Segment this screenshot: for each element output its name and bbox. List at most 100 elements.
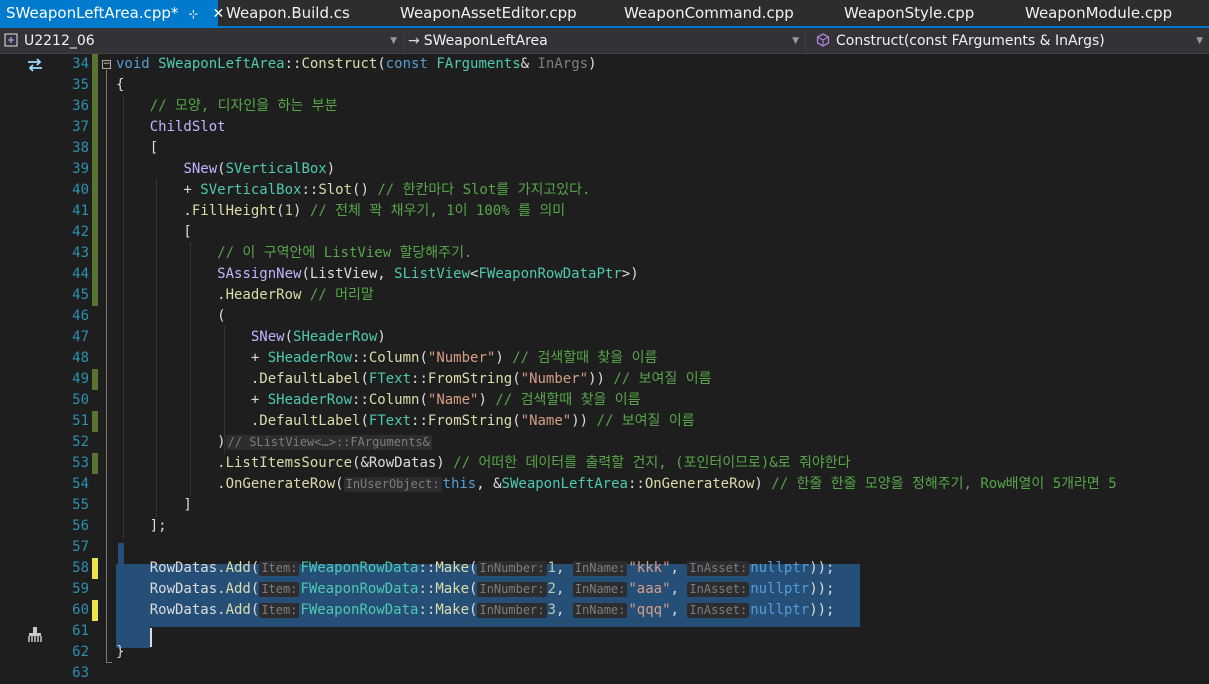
code-line: 57 — [0, 537, 1209, 558]
tab-weaponstyle-cpp[interactable]: WeaponStyle.cpp — [844, 0, 974, 26]
inlay-hint: InAsset: — [687, 582, 750, 597]
code-text: .FillHeight(1) // 전체 꽉 채우기, 1이 100% 를 의미 — [116, 203, 566, 219]
change-marker — [92, 453, 98, 474]
change-marker — [92, 201, 98, 222]
code-text: // 이 구역안에 ListView 할당해주기. — [116, 245, 473, 261]
chevron-down-icon: ▼ — [1196, 36, 1203, 46]
project-icon — [4, 32, 18, 47]
code-line: 45 .HeaderRow // 머리말 — [0, 285, 1209, 306]
inlay-hint: InNumber: — [477, 561, 547, 576]
code-line: 55 ] — [0, 495, 1209, 516]
inlay-hint: InNumber: — [477, 603, 547, 618]
code-text: RowDatas.Add(Item: FWeaponRowData::Make(I… — [116, 581, 835, 597]
code-text: + SHeaderRow::Column("Name") // 검색할때 찾을 … — [116, 392, 641, 408]
line-number: 54 — [72, 476, 89, 492]
code-text: void SWeaponLeftArea::Construct(const FA… — [116, 56, 597, 72]
code-text: // 모양, 디자인을 하는 부분 — [116, 98, 338, 114]
tab-label: Weapon.Build.cs — [226, 4, 350, 22]
tab-sweaponleftarea-cpp[interactable]: SWeaponLeftArea.cpp* ⊹ ✕ — [0, 0, 224, 27]
code-line: 50 + SHeaderRow::Column("Name") // 검색할때 … — [0, 390, 1209, 411]
navigation-bar: U2212_06 ▼ → SWeaponLeftArea ▼ Construct(… — [0, 28, 1209, 54]
line-number: 40 — [72, 182, 89, 198]
line-number: 46 — [72, 308, 89, 324]
code-line: 41 .FillHeight(1) // 전체 꽉 채우기, 1이 100% 를… — [0, 201, 1209, 222]
pin-icon[interactable]: ⊹ — [188, 1, 198, 27]
change-marker — [92, 138, 98, 159]
inlay-hint: // SListView<…>::FArguments& — [225, 435, 432, 450]
line-number: 47 — [72, 329, 89, 345]
inlay-hint: InName: — [572, 582, 628, 597]
close-icon[interactable]: ✕ — [212, 1, 224, 27]
code-text: .DefaultLabel(FText::FromString("Name"))… — [116, 413, 695, 429]
code-editor[interactable]: − 34 void SWeaponLeftArea::Construct(con… — [0, 54, 1209, 681]
change-marker — [92, 285, 98, 306]
code-line: 62 } — [0, 642, 1209, 663]
code-text: RowDatas.Add(Item: FWeaponRowData::Make(I… — [116, 602, 835, 618]
code-line: 51 .DefaultLabel(FText::FromString("Name… — [0, 411, 1209, 432]
line-number: 51 — [72, 413, 89, 429]
code-text: { — [116, 77, 125, 93]
line-number: 35 — [72, 77, 89, 93]
line-number: 39 — [72, 161, 89, 177]
code-line: 38 [ — [0, 138, 1209, 159]
change-marker — [92, 96, 98, 117]
code-line: 44 SAssignNew(ListView, SListView<FWeapo… — [0, 264, 1209, 285]
line-number: 58 — [72, 560, 89, 576]
change-marker — [92, 180, 98, 201]
line-number: 53 — [72, 455, 89, 471]
code-line: 35 { — [0, 75, 1209, 96]
tab-label: WeaponAssetEditor.cpp — [400, 4, 577, 22]
code-text: ( — [116, 308, 226, 324]
tab-weaponmodule-cpp[interactable]: WeaponModule.cpp — [1025, 0, 1172, 26]
code-line: 59 RowDatas.Add(Item: FWeaponRowData::Mak… — [0, 579, 1209, 600]
arrow-right-icon: → — [408, 33, 420, 49]
change-marker — [92, 411, 98, 432]
change-marker — [92, 159, 98, 180]
scope-name: SWeaponLeftArea — [423, 33, 548, 49]
tab-weaponcommand-cpp[interactable]: WeaponCommand.cpp — [624, 0, 794, 26]
line-number: 57 — [72, 539, 89, 555]
code-text: SAssignNew(ListView, SListView<FWeaponRo… — [217, 266, 639, 282]
code-line: 60 RowDatas.Add(Item: FWeaponRowData::Mak… — [0, 600, 1209, 621]
inlay-hint: Item: — [259, 582, 300, 597]
code-text: [ — [116, 224, 192, 240]
chevron-down-icon: ▼ — [390, 36, 397, 46]
code-line: 53 .ListItemsSource(&RowDatas) // 어떠한 데이… — [0, 453, 1209, 474]
line-number: 34 — [72, 56, 89, 72]
tab-weaponasseteditor-cpp[interactable]: WeaponAssetEditor.cpp — [400, 0, 577, 26]
line-number: 45 — [72, 287, 89, 303]
code-line: 58 RowDatas.Add(Item: FWeaponRowData::Mak… — [0, 558, 1209, 579]
code-line: 61 — [0, 621, 1209, 642]
code-line: 37 ChildSlot — [0, 117, 1209, 138]
code-line: 34 void SWeaponLeftArea::Construct(const… — [0, 54, 1209, 75]
tab-label: WeaponCommand.cpp — [624, 4, 794, 22]
inlay-hint: Item: — [259, 603, 300, 618]
line-number: 36 — [72, 98, 89, 114]
change-marker — [92, 369, 98, 390]
code-line: 54 .OnGenerateRow(InUserObject: this, &SW… — [0, 474, 1209, 495]
chevron-down-icon: ▼ — [792, 36, 799, 46]
inlay-hint: InNumber: — [477, 582, 547, 597]
code-line: 42 [ — [0, 222, 1209, 243]
member-dropdown[interactable]: Construct(const FArguments & InArgs) ▼ — [810, 30, 1209, 52]
change-marker — [92, 264, 98, 285]
inlay-hint: Item: — [259, 561, 300, 576]
code-line: 49 .DefaultLabel(FText::FromString("Numb… — [0, 369, 1209, 390]
change-marker — [92, 222, 98, 243]
line-number: 50 — [72, 392, 89, 408]
line-number: 44 — [72, 266, 89, 282]
change-marker — [92, 54, 98, 75]
code-line: 40 + SVerticalBox::Slot() // 한칸마다 Slot를 … — [0, 180, 1209, 201]
change-marker — [92, 558, 98, 579]
code-text: ] — [116, 497, 192, 513]
line-number: 52 — [72, 434, 89, 450]
scope-dropdown[interactable]: → SWeaponLeftArea ▼ — [408, 30, 806, 52]
inlay-hint: InAsset: — [687, 603, 750, 618]
tab-weapon-build-cs[interactable]: Weapon.Build.cs — [226, 0, 350, 26]
code-text: .OnGenerateRow(InUserObject: this, &SWeap… — [116, 476, 1117, 492]
code-text: SNew(SHeaderRow) — [250, 329, 386, 345]
project-dropdown[interactable]: U2212_06 ▼ — [4, 30, 404, 52]
line-number: 48 — [72, 350, 89, 366]
change-marker — [92, 600, 98, 621]
inlay-hint: InName: — [572, 603, 628, 618]
